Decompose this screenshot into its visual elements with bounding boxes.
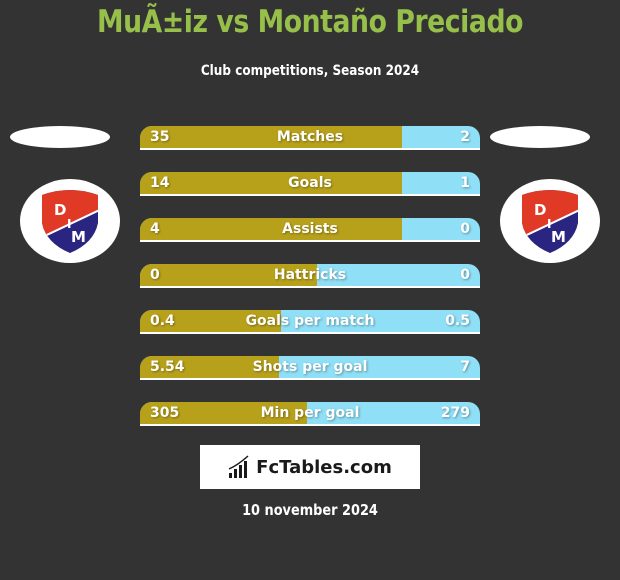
dim-club-crest-icon: D I M [522,190,578,253]
stat-row-min-per-goal: 305 Min per goal 279 [140,402,480,426]
stat-label: Matches [276,129,344,145]
stat-label: Hattricks [273,267,347,283]
svg-text:D: D [534,201,546,219]
right-value: 0.5 [445,313,470,329]
svg-text:M: M [551,228,566,246]
report-date: 10 november 2024 [242,501,378,519]
stat-row-goals: 14 Goals 1 [140,172,480,196]
right-value: 2 [460,129,470,145]
svg-text:M: M [71,228,86,246]
right-value: 1 [460,175,470,191]
left-team-logo: D I M [20,179,120,263]
stat-label: Shots per goal [252,359,368,375]
right-value: 7 [460,359,470,375]
stat-label: Goals [288,175,332,191]
stat-label: Goals per match [245,313,375,329]
bar-chart-icon [228,455,249,478]
stat-label: Assists [282,221,338,237]
right-team-logo: D I M [500,179,600,263]
stat-label: Min per goal [260,405,360,421]
stat-row-assists: 4 Assists 0 [140,218,480,242]
stat-row-shots-per-goal: 5.54 Shots per goal 7 [140,356,480,380]
svg-text:D: D [54,201,66,219]
fctables-brand-link[interactable]: FcTables.com [200,445,420,489]
stat-row-hattricks: 0 Hattricks 0 [140,264,480,288]
dim-club-crest-icon: D I M [42,190,98,253]
right-value: 279 [440,405,470,421]
page-subtitle: Club competitions, Season 2024 [200,63,420,79]
page-title: MuÃ±iz vs Montaño Preciado [96,4,523,40]
stat-row-goals-per-match: 0.4 Goals per match 0.5 [140,310,480,334]
stat-row-matches: 35 Matches 2 [140,126,480,150]
brand-name: FcTables.com [256,456,392,478]
right-value: 0 [460,267,470,283]
right-player-name-placeholder [490,126,590,148]
left-player-name-placeholder [10,126,110,148]
right-value: 0 [460,221,470,237]
